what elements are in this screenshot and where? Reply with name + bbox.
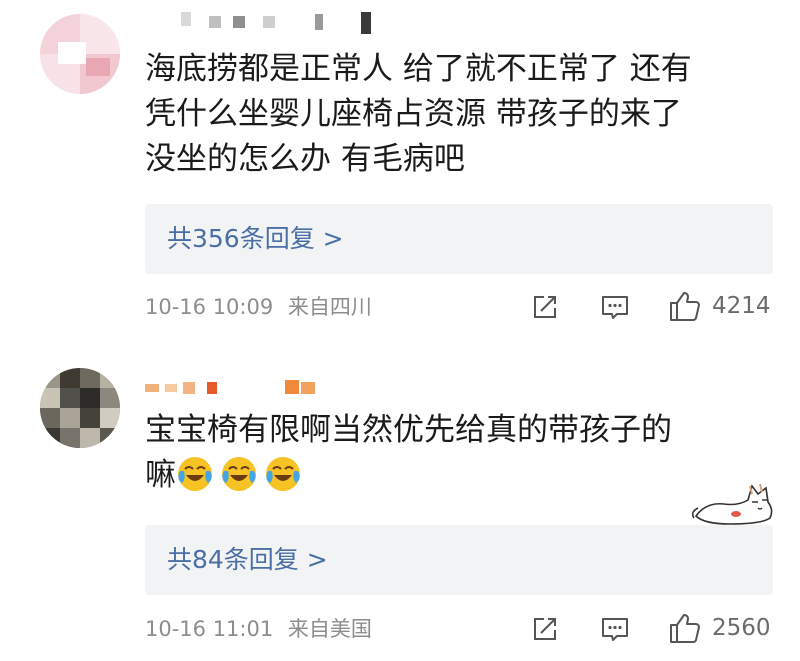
comment-text: 海底捞都是正常人 给了就不正常了 还有 凭什么坐婴儿座椅占资源 带孩子的来了 没… xyxy=(145,47,785,182)
comment-button[interactable] xyxy=(600,292,630,322)
view-replies-button[interactable]: 共356条回复 > xyxy=(145,204,773,274)
comment-icon xyxy=(602,618,628,641)
username-redacted[interactable] xyxy=(145,10,385,34)
laugh-cry-emoji-icon xyxy=(222,457,256,491)
comment-text-line: 嘛 xyxy=(145,453,785,498)
repost-icon xyxy=(534,296,556,318)
comment-timestamp: 10-16 10:09 xyxy=(145,295,274,319)
laugh-cry-emoji-icon xyxy=(178,457,212,491)
like-count: 2560 xyxy=(712,615,771,641)
view-replies-button[interactable]: 共84条回复 > xyxy=(145,525,773,595)
comment-timestamp: 10-16 11:01 xyxy=(145,617,274,641)
view-replies-label[interactable]: 共356条回复 > xyxy=(167,204,344,274)
view-replies-label[interactable]: 共84条回复 > xyxy=(167,525,328,595)
comment-item: 宝宝椅有限啊当然优先给真的带孩子的 嘛 共84条回复 > 10-16 11:01… xyxy=(0,352,800,661)
comment-text-line: 宝宝椅有限啊当然优先给真的带孩子的 xyxy=(145,412,672,448)
like-button[interactable]: 4214 xyxy=(668,289,771,323)
comment-text-line: 海底捞都是正常人 给了就不正常了 还有 xyxy=(145,51,692,87)
user-avatar[interactable] xyxy=(40,368,120,448)
repost-button[interactable] xyxy=(530,292,560,322)
comment-location: 来自四川 xyxy=(287,295,372,319)
like-button[interactable]: 2560 xyxy=(668,611,771,645)
comment-icon xyxy=(602,296,628,319)
repost-icon xyxy=(534,618,556,640)
comment-meta: 10-16 11:01 来自美国 xyxy=(145,614,372,644)
user-avatar[interactable] xyxy=(40,14,120,94)
repost-button[interactable] xyxy=(530,614,560,644)
laugh-cry-emoji-icon xyxy=(266,457,300,491)
comment-button[interactable] xyxy=(600,614,630,644)
comment-text-line: 没坐的怎么办 有毛病吧 xyxy=(145,141,465,177)
comment-meta: 10-16 10:09 来自四川 xyxy=(145,292,372,322)
comment-text: 宝宝椅有限啊当然优先给真的带孩子的 嘛 xyxy=(145,408,785,498)
lazy-cat-sticker-icon xyxy=(691,483,773,525)
comment-text-line: 凭什么坐婴儿座椅占资源 带孩子的来了 xyxy=(145,96,682,132)
like-icon xyxy=(670,292,700,321)
username-redacted[interactable] xyxy=(145,380,315,404)
comment-item: 海底捞都是正常人 给了就不正常了 还有 凭什么坐婴儿座椅占资源 带孩子的来了 没… xyxy=(0,0,800,335)
like-icon xyxy=(670,614,700,643)
comment-location: 来自美国 xyxy=(287,617,372,641)
comment-text-segment: 嘛 xyxy=(145,457,176,493)
like-count: 4214 xyxy=(712,293,771,319)
